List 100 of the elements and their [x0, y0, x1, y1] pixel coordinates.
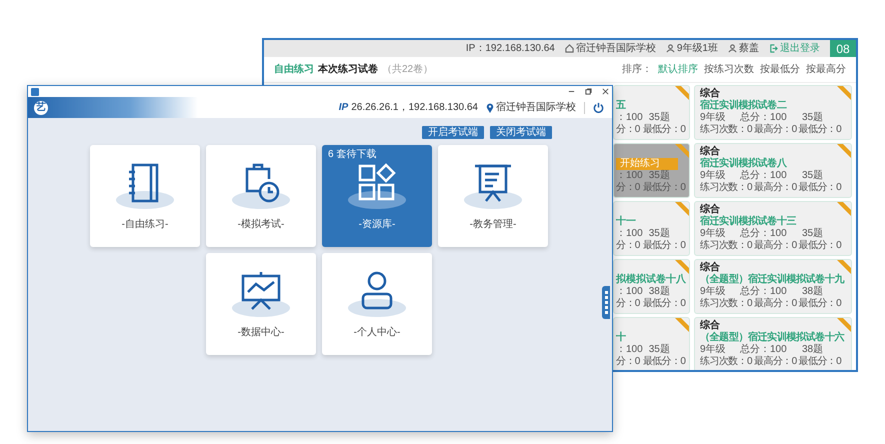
practice-count: 练习次数：0: [700, 298, 752, 310]
highest-score: 分：0: [616, 240, 640, 252]
logo-mark: 艺: [34, 100, 48, 114]
subject-label: 综合: [700, 204, 720, 215]
tile-label: -个人中心-: [354, 326, 400, 340]
tile-label: -模拟考试-: [238, 218, 284, 232]
paper-title: 宿迁实训模拟试卷八: [700, 158, 786, 170]
question-count: 38题: [802, 286, 824, 298]
close-icon[interactable]: [602, 88, 609, 95]
exam-paper-card[interactable]: 五 ：100 35题 分：0 最低分：0: [613, 85, 690, 140]
question-count: 38题: [648, 286, 670, 298]
module-tile[interactable]: 6 套待下载 -资源库-: [322, 145, 432, 247]
highest-score: 分：0: [616, 298, 640, 310]
highest-score: 最高分：0: [754, 356, 797, 368]
exam-paper-card[interactable]: 拟模拟试卷十八 ：100 38题 分：0 最低分：0: [613, 259, 690, 314]
total-score-text: ：100: [616, 228, 643, 240]
paper-title: 宿迁实训模拟试卷二: [700, 100, 786, 112]
paper-title: 十: [616, 332, 626, 344]
exam-paper-card[interactable]: 综合 宿迁实训模拟试卷十三 9年级 总分：100 35题 练习次数：0 最高分：0 最低分：0: [694, 201, 852, 256]
class-icon: [666, 44, 675, 53]
total-score-text: ：100: [616, 344, 643, 356]
practice-count: 练习次数：0: [700, 124, 752, 136]
practice-count: 练习次数：0: [700, 356, 752, 368]
grade-text: 9年级: [700, 286, 727, 298]
total-score-text: ：100: [616, 112, 643, 124]
highest-score: 最高分：0: [754, 240, 797, 252]
question-count: 35题: [648, 344, 670, 356]
power-icon[interactable]: [593, 102, 604, 113]
download-count: 6 套待下载: [328, 148, 376, 162]
lowest-score: 最低分：0: [798, 240, 842, 252]
lowest-score: 最低分：0: [642, 240, 686, 252]
sort-option[interactable]: 按最低分: [760, 62, 800, 77]
minimize-icon[interactable]: [568, 88, 575, 95]
module-tile[interactable]: -自由练习-: [90, 145, 200, 247]
side-handle[interactable]: [602, 286, 610, 319]
number-badge: 08: [830, 40, 856, 57]
highest-score: 最高分：0: [754, 124, 797, 136]
exam-paper-card[interactable]: 十 ：100 35题 分：0 最低分：0: [613, 317, 690, 370]
restore-icon[interactable]: [585, 88, 592, 95]
corner-ribbon-icon: [673, 86, 689, 102]
total-score-text: 总分：100: [740, 228, 788, 240]
corner-ribbon-icon: [835, 144, 851, 160]
question-count: 35题: [648, 228, 670, 240]
grade-text: 9年级: [700, 228, 727, 240]
corner-ribbon-icon: [835, 86, 851, 102]
sort-label: 排序：: [622, 62, 652, 77]
corner-ribbon-icon: [673, 202, 689, 218]
subject-label: 综合: [700, 262, 720, 274]
sort-option[interactable]: 按练习次数: [704, 62, 754, 77]
user-name: 蔡盖: [739, 42, 759, 56]
class-name: 9年级1班: [676, 42, 718, 56]
tile-label: -数据中心-: [238, 326, 284, 340]
module-tile[interactable]: -模拟考试-: [206, 145, 316, 247]
practice-count: 练习次数：0: [700, 240, 752, 252]
page-heading: 本次练习试卷: [318, 62, 378, 77]
paper-title: （全题型）宿迁实训模拟试卷十九: [700, 274, 844, 286]
ip-address: 26.26.26.1，192.168.130.64: [351, 101, 478, 115]
practice-count: 练习次数：0: [700, 182, 752, 194]
paper-title: （全题型）宿迁实训模拟试卷十六: [700, 332, 844, 344]
exam-client-button[interactable]: 关闭考试端: [490, 126, 552, 139]
section-title: 自由练习: [274, 62, 314, 77]
paper-title: 五: [616, 100, 626, 112]
grade-text: 9年级: [700, 112, 727, 124]
paper-title: 拟模拟试卷十八: [616, 274, 686, 286]
lowest-score: 最低分：0: [798, 182, 842, 194]
exam-paper-card[interactable]: 综合 （全题型）宿迁实训模拟试卷十六 9年级 总分：100 38题 练习次数：0 最高分：0 最低分：0: [694, 317, 852, 370]
sort-option[interactable]: 按最高分: [806, 62, 846, 77]
corner-ribbon-icon: [835, 202, 851, 218]
highest-score: 分：0: [616, 356, 640, 368]
subject-label: 综合: [700, 320, 720, 332]
total-score-text: 总分：100: [740, 170, 788, 182]
exam-paper-card[interactable]: 综合 （全题型）宿迁实训模拟试卷十九 9年级 总分：100 38题 练习次数：0 最高分：0 最低分：0: [694, 259, 852, 314]
highest-score: 最高分：0: [754, 298, 797, 310]
module-tile[interactable]: -教务管理-: [438, 145, 548, 247]
total-score-text: 总分：100: [740, 286, 788, 298]
app-icon: [31, 88, 39, 96]
location-pin-icon: [486, 102, 494, 112]
exam-client-button[interactable]: 开启考试端: [422, 126, 484, 139]
school-name: 宿迁钟吾国际学校: [576, 42, 656, 56]
lowest-score: 最低分：0: [798, 124, 842, 136]
module-tile[interactable]: -数据中心-: [206, 253, 316, 355]
question-count: 35题: [648, 170, 670, 182]
logout-icon: [769, 44, 778, 53]
school-name: 宿迁钟吾国际学校: [496, 100, 576, 115]
lowest-score: 最低分：0: [798, 298, 842, 310]
exam-paper-card[interactable]: 综合 宿迁实训模拟试卷二 9年级 总分：100 35题 练习次数：0 最高分：0 最低分：0: [694, 85, 852, 140]
highest-score: 最高分：0: [754, 182, 797, 194]
icon-shadow-ellipse: [348, 298, 406, 316]
school-icon: [564, 44, 574, 53]
lowest-score: 最低分：0: [798, 356, 842, 368]
module-tile[interactable]: -个人中心-: [322, 253, 432, 355]
highest-score: 分：0: [616, 124, 640, 136]
total-score-text: ：100: [616, 170, 643, 182]
question-count: 35题: [802, 112, 824, 124]
highest-score: 分：0: [616, 182, 640, 194]
question-count: 38题: [802, 344, 824, 356]
exam-paper-card[interactable]: 综合 宿迁实训模拟试卷八 9年级 总分：100 35题 练习次数：0 最高分：0 最低分：0: [694, 143, 852, 198]
lowest-score: 最低分：0: [642, 182, 686, 194]
exam-paper-card[interactable]: 十一 ：100 35题 分：0 最低分：0: [613, 201, 690, 256]
corner-ribbon-icon: [673, 144, 689, 160]
